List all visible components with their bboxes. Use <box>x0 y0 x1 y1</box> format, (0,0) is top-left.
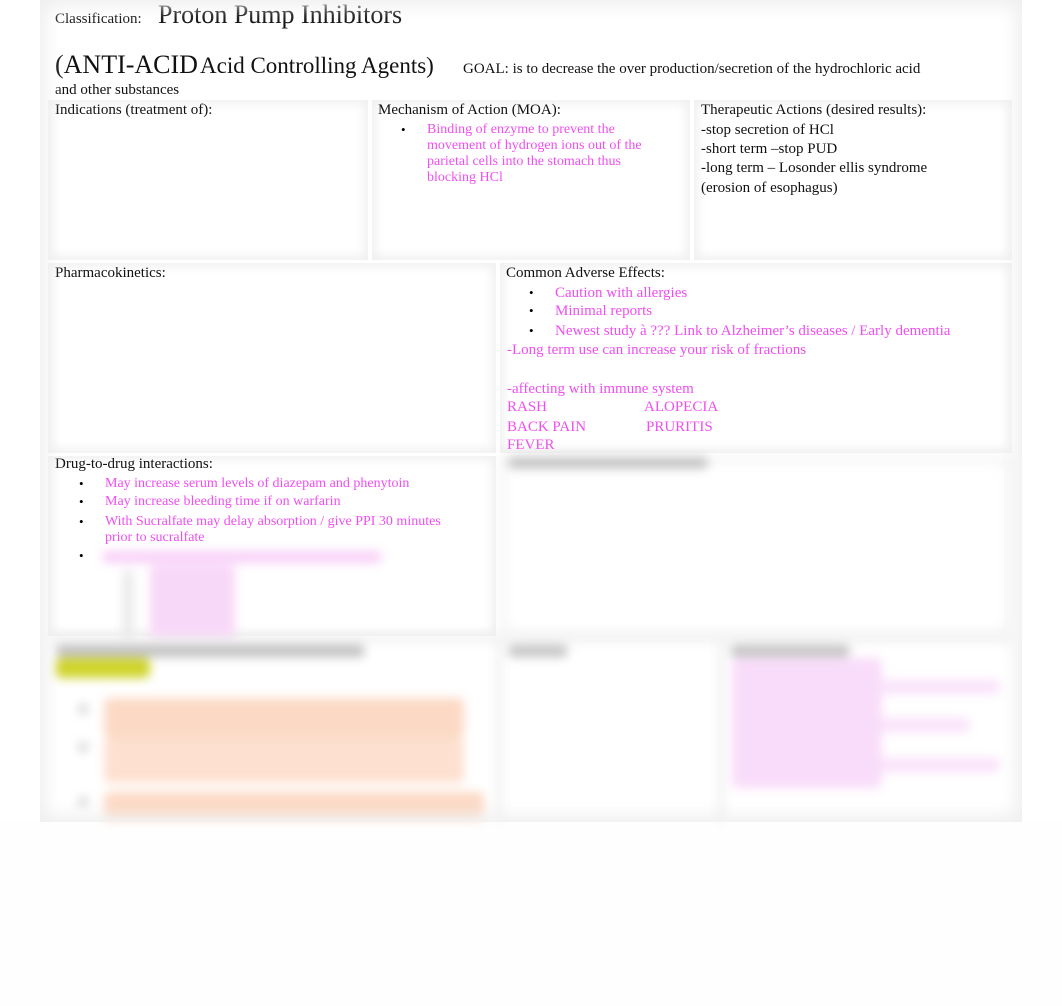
blurred-text <box>732 658 882 788</box>
therapeutic-line: -short term –stop PUD <box>701 141 838 157</box>
pharmacokinetics-title: Pharmacokinetics: <box>55 265 166 281</box>
blurred-divider <box>718 640 724 822</box>
therapeutic-line: -stop secretion of HCl <box>701 122 834 138</box>
indications-cell <box>48 100 368 260</box>
goal-text-continued: and other substances <box>55 82 180 98</box>
adverse-line: -Long term use can increase your risk of… <box>507 342 807 358</box>
blurred-preview-region <box>0 440 1062 822</box>
goal-text: GOAL: is to decrease the over production… <box>463 61 921 77</box>
adverse-bullet-text: Caution with allergies <box>555 285 688 301</box>
adverse-effect-item: ALOPECIA <box>644 399 719 415</box>
bullet-icon: • <box>529 323 534 338</box>
bullet-icon: • <box>529 303 534 318</box>
blurred-text <box>880 718 970 732</box>
document-page: Classification: Proton Pump Inhibitors (… <box>0 0 1062 822</box>
blurred-text <box>104 738 464 783</box>
blurred-heading <box>508 645 568 657</box>
adverse-effect-item: PRURITIS <box>646 419 713 435</box>
blurred-heading <box>730 645 850 657</box>
blurred-text <box>104 792 484 820</box>
blurred-list-line <box>123 570 133 640</box>
adverse-effect-item: RASH <box>507 399 548 415</box>
classification-value: Proton Pump Inhibitors <box>158 0 403 29</box>
blurred-heading <box>55 645 365 657</box>
therapeutic-line: -long term – Losonder ellis syndrome <box>701 160 928 176</box>
blurred-bullet <box>78 742 88 752</box>
classification-label: Classification: <box>55 11 142 27</box>
blurred-bullet <box>78 797 88 807</box>
acid-controlling-label: Acid Controlling Agents) <box>200 53 434 78</box>
therapeutic-line: (erosion of esophagus) <box>701 180 838 196</box>
blurred-highlight <box>55 658 150 678</box>
blurred-text <box>880 758 1000 772</box>
adverse-bullet-text: Minimal reports <box>555 303 653 319</box>
blurred-text <box>880 680 1000 694</box>
blurred-text <box>104 698 464 738</box>
therapeutic-title: Therapeutic Actions (desired results): <box>701 102 927 118</box>
adverse-effect-item: BACK PAIN <box>507 419 587 435</box>
indications-title: Indications (treatment of): <box>55 102 213 118</box>
adverse-effects-title: Common Adverse Effects: <box>506 265 665 281</box>
blurred-text <box>102 551 382 563</box>
blurred-divider <box>496 640 502 822</box>
anti-acid-label: (ANTI-ACID <box>55 50 198 79</box>
blurred-divider <box>48 636 1012 642</box>
adverse-line: -affecting with immune system <box>507 381 694 397</box>
blurred-text <box>150 565 235 640</box>
adverse-bullet-text: Newest study à ??? Link to Alzheimer’s d… <box>555 323 951 339</box>
moa-title: Mechanism of Action (MOA): <box>378 102 561 118</box>
blurred-bullet <box>78 704 88 714</box>
bullet-icon: • <box>529 285 534 300</box>
moa-bullet-text: Binding of enzyme to prevent the movemen… <box>427 122 642 185</box>
pharmacokinetics-cell <box>48 263 496 453</box>
blurred-heading <box>508 458 708 468</box>
bullet-icon: • <box>401 122 406 137</box>
